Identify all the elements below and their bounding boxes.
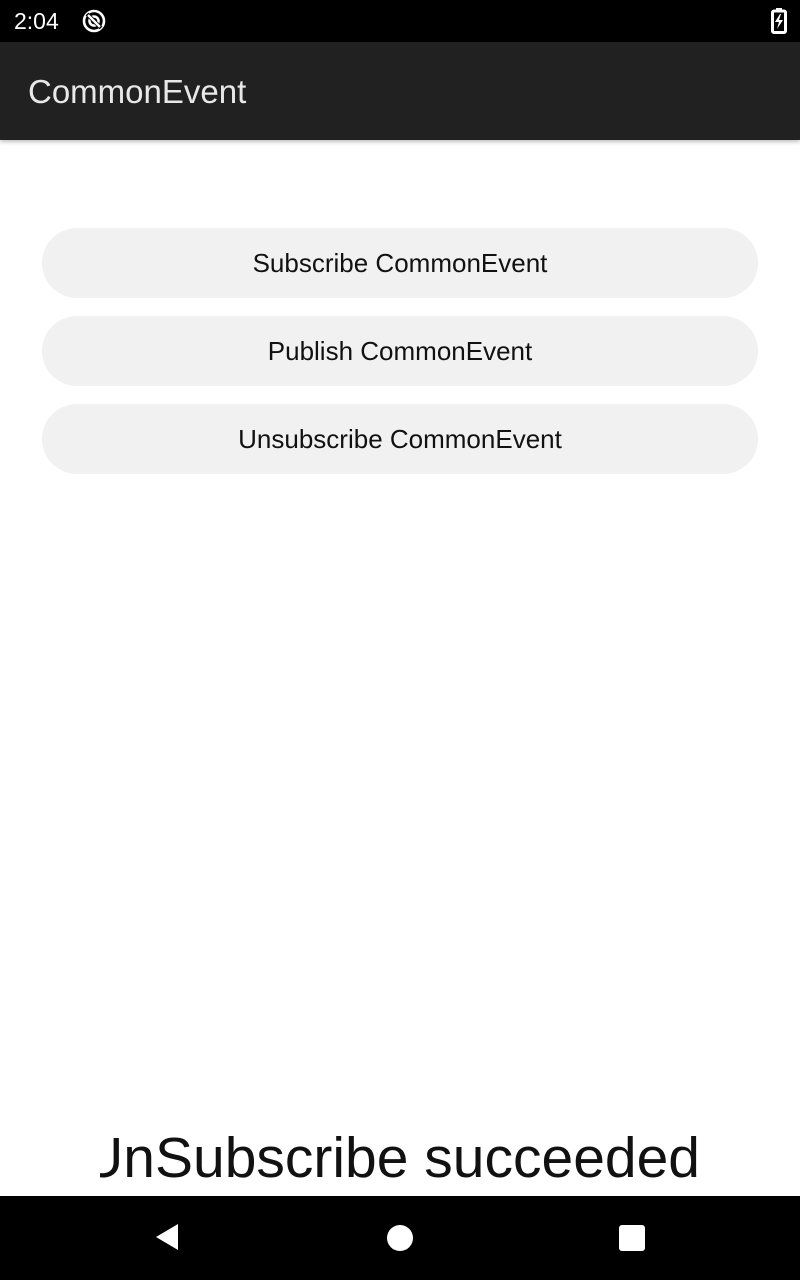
result-message-container: UnSubscribe succeeded [100, 1120, 700, 1196]
battery-charging-icon [771, 8, 787, 34]
result-message: UnSubscribe succeeded [100, 1126, 700, 1190]
app-bar: CommonEvent [0, 42, 800, 140]
subscribe-button[interactable]: Subscribe CommonEvent [42, 228, 758, 298]
navigation-bar [0, 1196, 800, 1280]
unsubscribe-button[interactable]: Unsubscribe CommonEvent [42, 404, 758, 474]
status-time: 2:04 [14, 8, 59, 34]
recents-icon[interactable] [619, 1225, 645, 1251]
back-icon[interactable] [154, 1222, 180, 1252]
status-bar: 2:04 [0, 0, 800, 42]
app-title: CommonEvent [28, 73, 247, 110]
publish-button[interactable]: Publish CommonEvent [42, 316, 758, 386]
home-icon[interactable] [387, 1225, 413, 1251]
sync-icon [82, 9, 106, 33]
